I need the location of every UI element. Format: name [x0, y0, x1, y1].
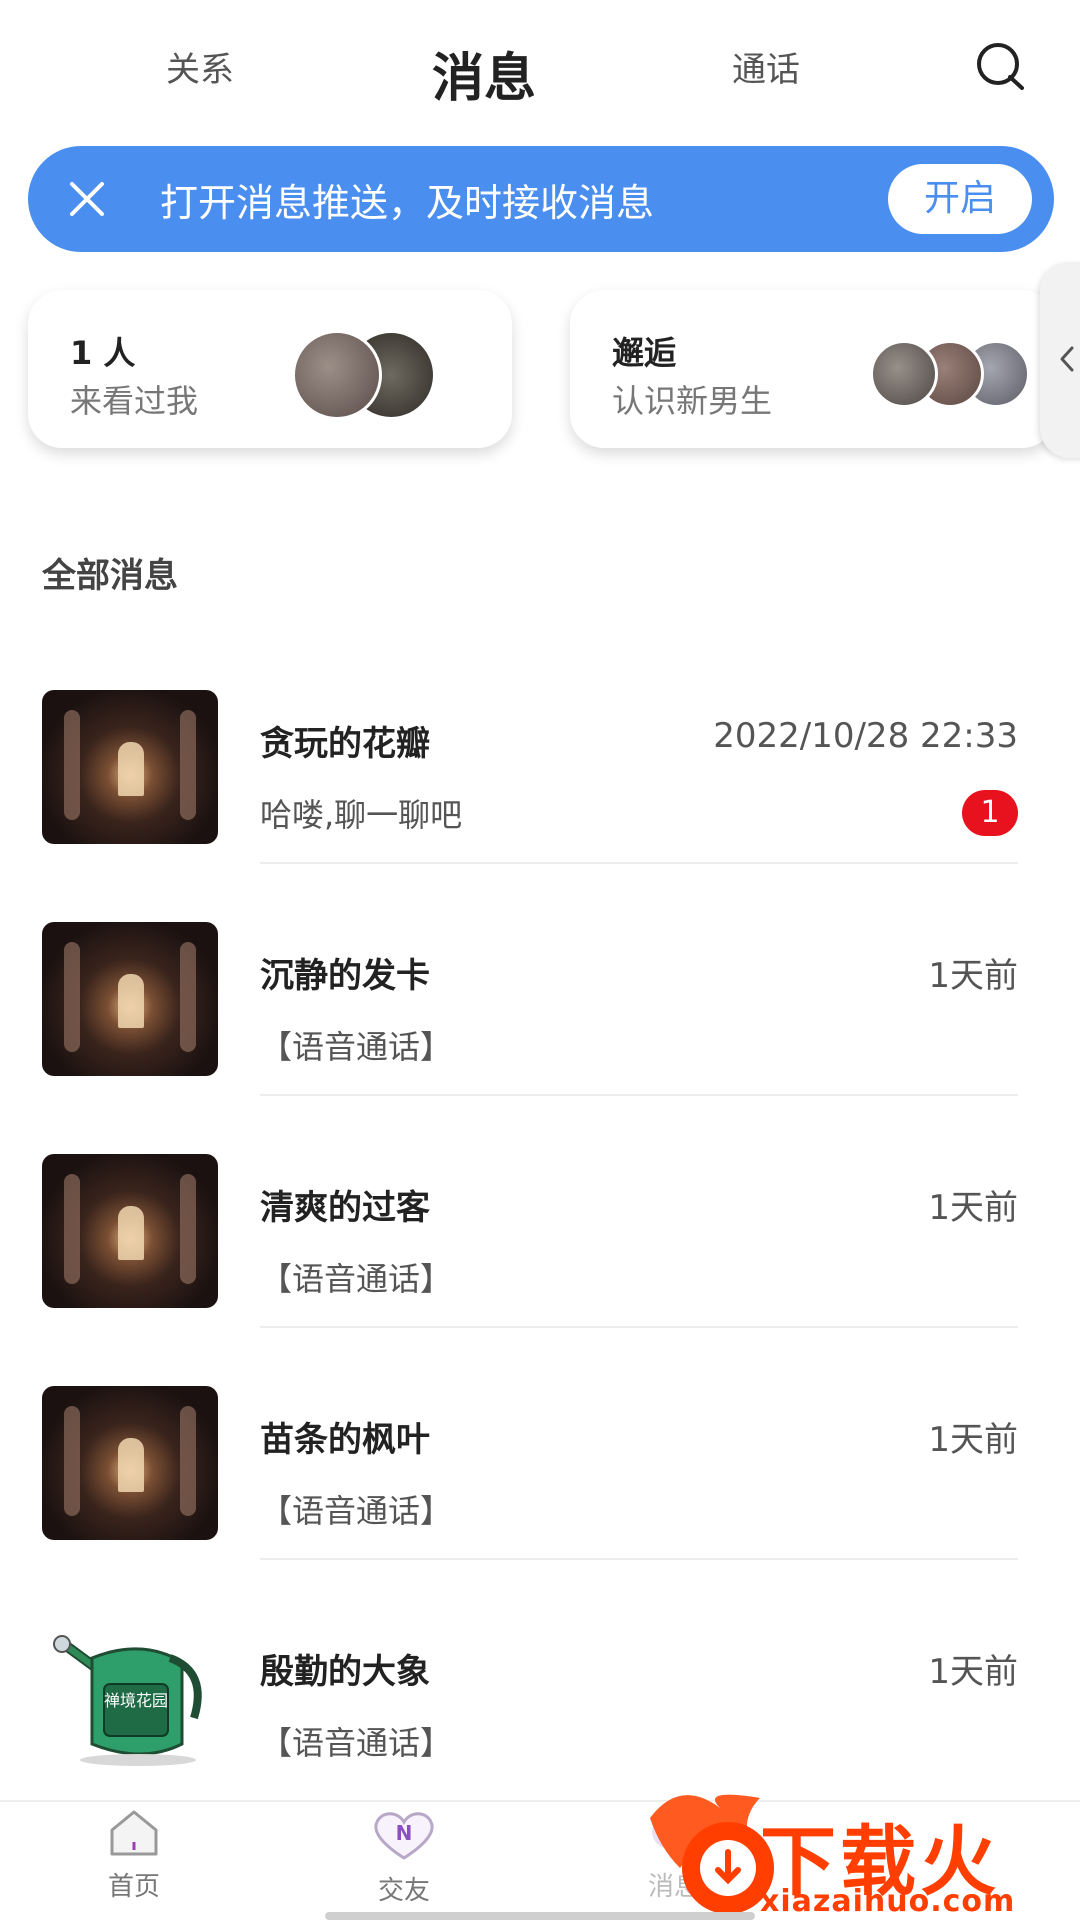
- home-indicator: [325, 1912, 755, 1920]
- enable-push-button[interactable]: 开启: [888, 164, 1032, 234]
- messages-page: 关系 消息 通话 打开消息推送，及时接收消息 开启 1 人 来看过我 邂逅 认识…: [0, 0, 1080, 1920]
- contact-name: 殷勤的大象: [260, 1652, 430, 1692]
- avatar: [292, 330, 382, 420]
- message-time: 1天前: [928, 1188, 1018, 1228]
- message-row[interactable]: 苗条的枫叶 1天前 【语音通话】: [0, 1386, 1080, 1618]
- contact-name: 贪玩的花瓣: [260, 724, 430, 764]
- chevron-left-icon: [1060, 346, 1074, 372]
- tab-calls[interactable]: 通话: [732, 42, 800, 91]
- divider: [260, 1326, 1018, 1328]
- message-preview: 【语音通话】: [260, 1028, 453, 1066]
- message-preview: 【语音通话】: [260, 1724, 453, 1762]
- encounter-title: 邂逅: [612, 334, 677, 372]
- avatar: [42, 922, 218, 1076]
- message-preview: 【语音通话】: [260, 1260, 453, 1298]
- top-nav: 关系 消息 通话: [0, 0, 1080, 140]
- search-icon[interactable]: [972, 40, 1028, 96]
- heart-icon: N: [374, 1812, 434, 1860]
- message-preview: 哈喽,聊一聊吧: [260, 796, 463, 834]
- message-preview: 【语音通话】: [260, 1492, 453, 1530]
- visitors-label: 来看过我: [70, 382, 199, 420]
- visitors-card[interactable]: 1 人 来看过我: [28, 290, 512, 448]
- divider: [260, 862, 1018, 864]
- svg-text:N: N: [396, 1821, 413, 1845]
- nav-friends[interactable]: N 交友: [344, 1808, 464, 1907]
- message-time: 1天前: [928, 1652, 1018, 1692]
- close-icon[interactable]: [62, 174, 112, 224]
- side-drawer-handle[interactable]: [1040, 262, 1080, 458]
- banner-text: 打开消息推送，及时接收消息: [160, 181, 655, 225]
- avatar: 禅境花园: [42, 1618, 218, 1772]
- tab-relations[interactable]: 关系: [166, 42, 234, 91]
- nav-label: 首页: [107, 1872, 160, 1902]
- message-row[interactable]: 清爽的过客 1天前 【语音通话】: [0, 1154, 1080, 1386]
- message-time: 1天前: [928, 1420, 1018, 1460]
- encounter-card[interactable]: 邂逅 认识新男生: [570, 290, 1056, 448]
- avatar: [42, 690, 218, 844]
- avatar: [870, 340, 938, 408]
- visitors-count: 1 人: [70, 334, 136, 372]
- divider: [260, 1558, 1018, 1560]
- home-icon: [110, 1810, 158, 1856]
- avatar: [42, 1386, 218, 1540]
- message-row[interactable]: 沉静的发卡 1天前 【语音通话】: [0, 922, 1080, 1154]
- contact-name: 苗条的枫叶: [260, 1420, 430, 1460]
- contact-name: 沉静的发卡: [260, 956, 430, 996]
- tab-messages[interactable]: 消息: [432, 36, 536, 111]
- svg-text:禅境花园: 禅境花园: [104, 1691, 168, 1710]
- nav-label: 交友: [377, 1876, 430, 1906]
- avatar: [42, 1154, 218, 1308]
- watering-can-icon: 禅境花园: [53, 1635, 202, 1766]
- contact-name: 清爽的过客: [260, 1188, 430, 1228]
- push-notification-banner: 打开消息推送，及时接收消息 开启: [28, 146, 1054, 252]
- unread-badge: 1: [962, 790, 1018, 836]
- divider: [260, 1094, 1018, 1096]
- message-time: 2022/10/28 22:33: [713, 716, 1018, 756]
- nav-home[interactable]: 首页: [74, 1808, 194, 1903]
- section-title-all-messages: 全部消息: [42, 556, 178, 596]
- message-row[interactable]: 贪玩的花瓣 2022/10/28 22:33 哈喽,聊一聊吧 1: [0, 690, 1080, 922]
- message-time: 1天前: [928, 956, 1018, 996]
- encounter-subtitle: 认识新男生: [612, 382, 773, 420]
- watermark-url: xiazaihuo.com: [760, 1884, 1016, 1919]
